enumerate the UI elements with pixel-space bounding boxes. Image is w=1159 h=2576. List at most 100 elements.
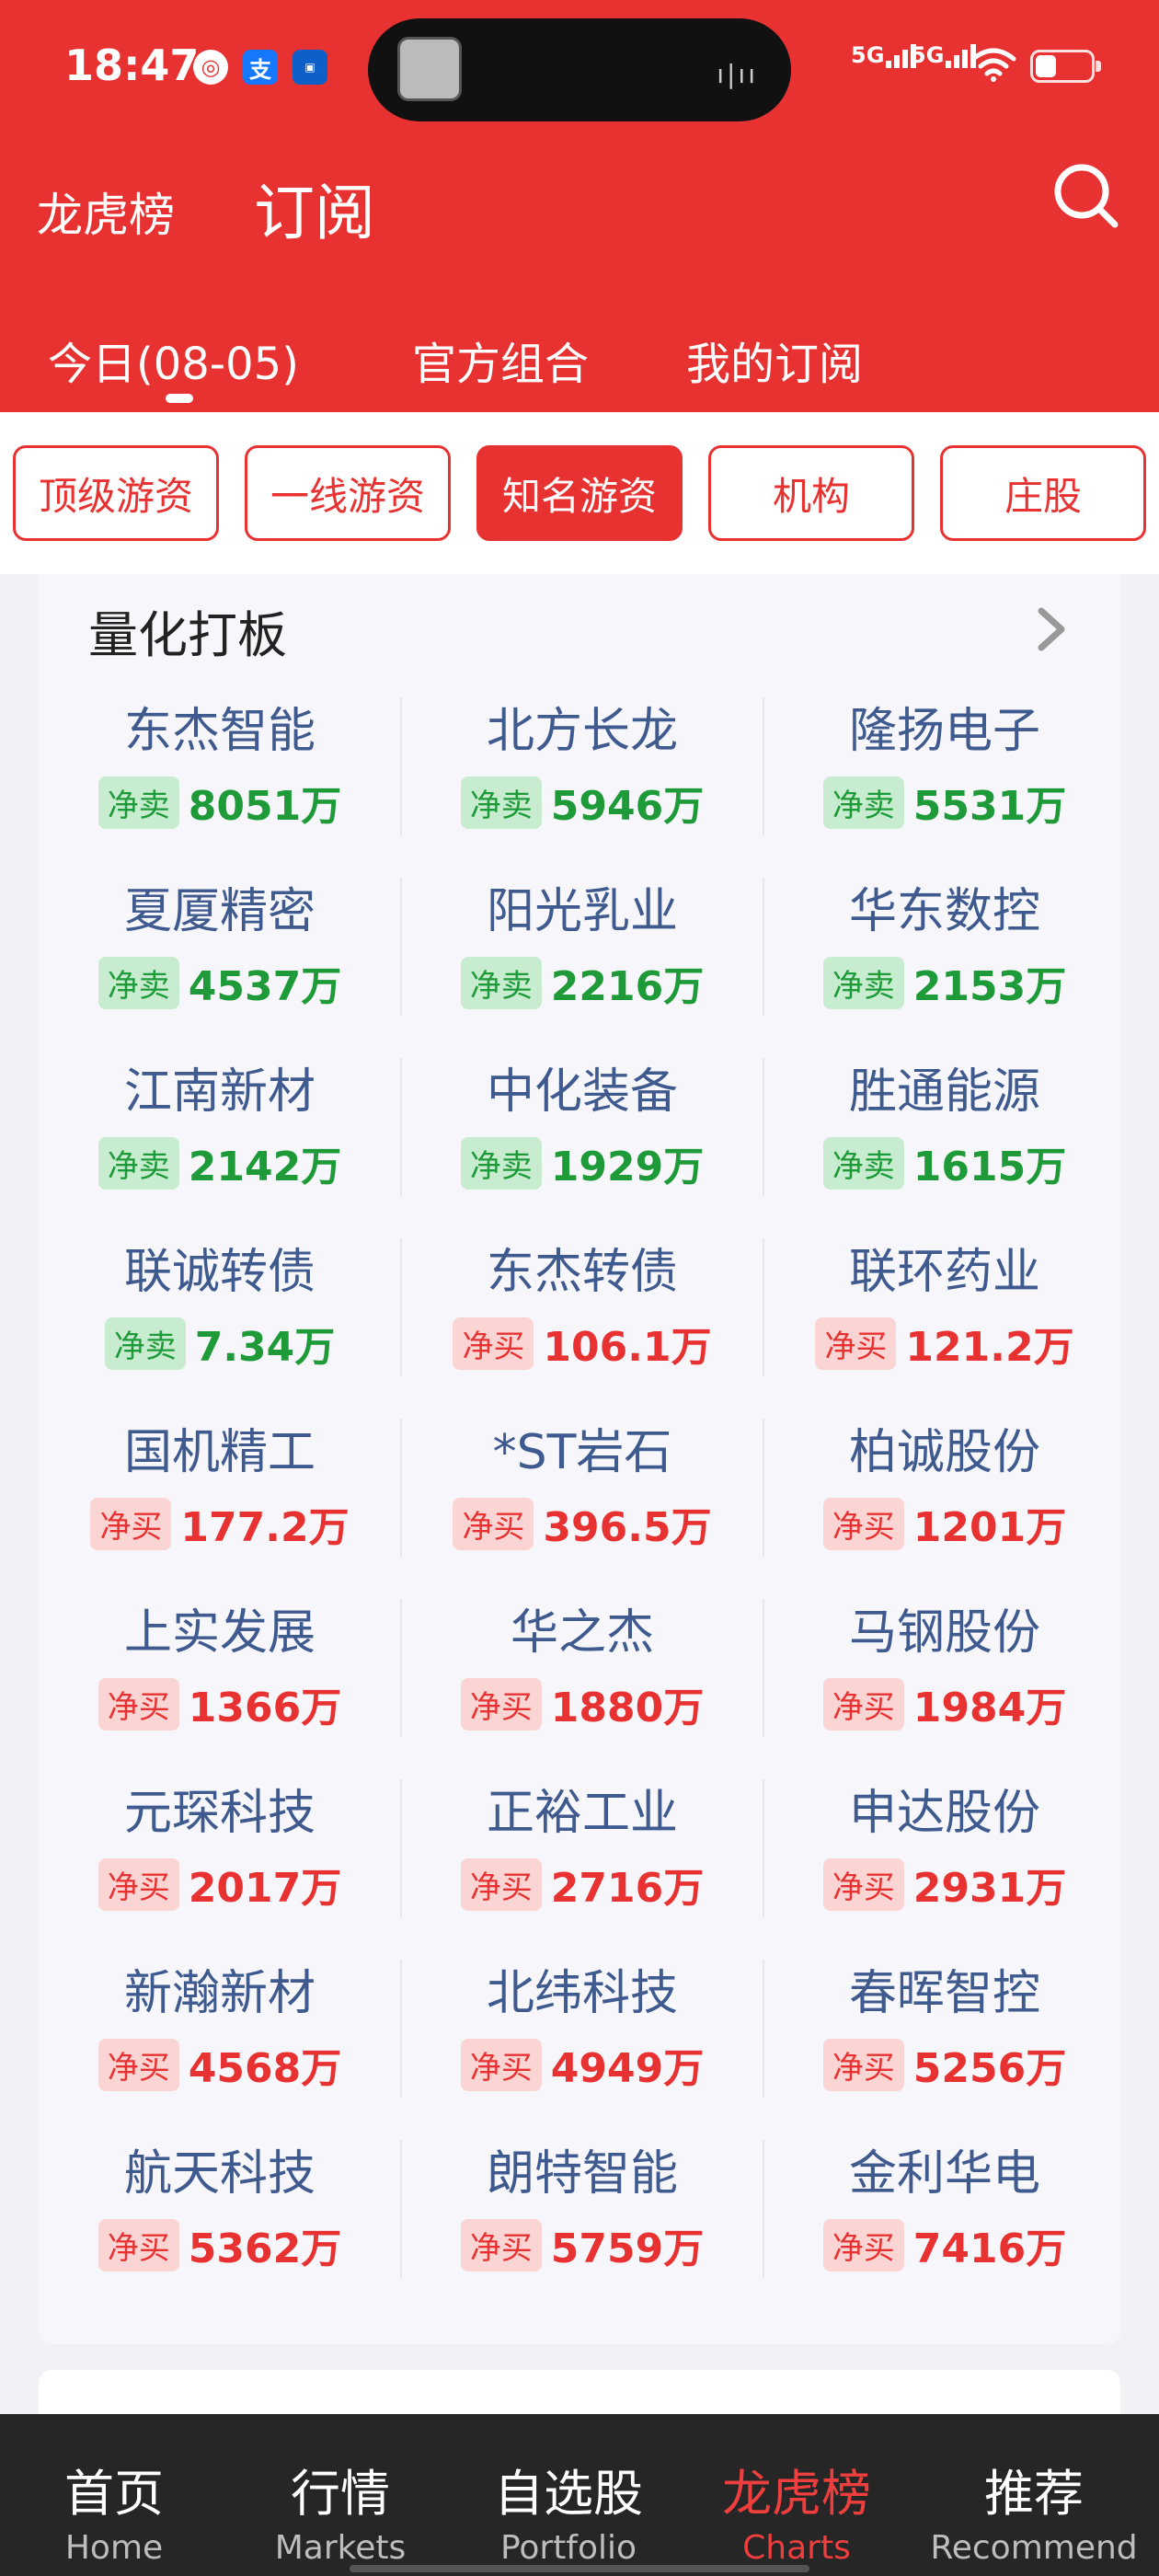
stock-item[interactable]: 东杰转债 净买 106.1万 [401,1225,763,1406]
stock-item[interactable]: 阳光乳业 净卖 2216万 [401,865,763,1045]
dynamic-island[interactable]: ı|ıı [368,18,791,121]
stock-item[interactable]: 胜通能源 净卖 1615万 [763,1045,1126,1225]
net-amount: 净买 1201万 [763,1494,1126,1553]
net-sell-badge: 净卖 [104,1317,186,1370]
net-sell-badge: 净卖 [98,956,179,1009]
stock-item[interactable]: 中化装备 净卖 1929万 [401,1045,763,1225]
stock-item[interactable]: 上实发展 净买 1366万 [39,1586,401,1766]
net-buy-badge: 净买 [453,1497,534,1550]
section-title[interactable]: 量化打板 [88,594,287,667]
net-sell-badge: 净卖 [460,956,542,1009]
tab-my-subscriptions[interactable]: 我的订阅 [686,328,863,392]
stock-item[interactable]: 航天科技 净买 5362万 [39,2127,401,2307]
nav-portfolio[interactable]: 自选股 Portfolio [458,2453,679,2567]
chevron-right-icon[interactable] [1032,602,1073,657]
stock-item[interactable]: 正裕工业 净买 2716万 [401,1766,763,1947]
stock-item[interactable]: 江南新材 净卖 2142万 [39,1045,401,1225]
column-divider [400,1238,402,1376]
amount-value: 2216万 [550,963,705,1010]
filter-bar: 顶级游资 一线游资 知名游资 机构 庄股 [0,412,1159,574]
stock-item[interactable]: *ST岩石 净买 396.5万 [401,1406,763,1586]
stock-item[interactable]: 元琛科技 净买 2017万 [39,1766,401,1947]
amount-value: 2142万 [188,1144,342,1190]
netease-icon: ◎ [193,50,228,85]
stock-item[interactable]: 华东数控 净卖 2153万 [763,865,1126,1045]
amount-value: 1201万 [912,1504,1067,1551]
amount-value: 2153万 [912,963,1067,1010]
net-buy-badge: 净买 [822,2038,904,2091]
net-amount: 净买 5759万 [401,2215,763,2274]
app-header: 18:47 ◎ 支 ▣ ı|ıı 5G 5G 龙虎榜 订阅 今日(08-05) … [0,0,1159,412]
filter-top-traders[interactable]: 顶级游资 [13,445,219,541]
nav-charts[interactable]: 龙虎榜 Charts [686,2453,907,2567]
filter-institutions[interactable]: 机构 [708,445,914,541]
nav-markets[interactable]: 行情 Markets [230,2453,451,2567]
net-amount: 净卖 5946万 [401,773,763,832]
net-amount: 净买 5362万 [39,2215,401,2274]
stock-item[interactable]: 隆扬电子 净卖 5531万 [763,684,1126,865]
stock-item[interactable]: 东杰智能 净卖 8051万 [39,684,401,865]
tab-official-portfolio[interactable]: 官方组合 [412,328,589,392]
net-buy-badge: 净买 [822,1677,904,1731]
stock-item[interactable]: 联诚转债净卖 7.34万 [39,1225,401,1406]
bottom-nav: 首页 Home 行情 Markets 自选股 Portfolio 龙虎榜 Charts … [0,2414,1159,2576]
stock-item[interactable]: 新瀚新材 净买 4568万 [39,1947,401,2127]
net-amount: 净买 4568万 [39,2035,401,2094]
amount-value: 5362万 [188,2225,342,2272]
stock-item[interactable]: 华之杰 净买 1880万 [401,1586,763,1766]
nav-recommend[interactable]: 推荐 Recommend [924,2453,1144,2567]
column-divider [763,2140,764,2278]
stock-item[interactable]: 国机精工 净买 177.2万 [39,1406,401,1586]
column-divider [763,1419,764,1557]
media-thumbnail [397,37,462,101]
amount-value: 5759万 [550,2225,705,2272]
stock-item[interactable]: 北纬科技 净买 4949万 [401,1947,763,2127]
stock-item[interactable]: 夏厦精密 净卖 4537万 [39,865,401,1045]
column-divider [400,1960,402,2098]
search-icon[interactable] [1049,158,1122,232]
stock-name: 金利华电 [848,2146,1040,2202]
cellular-signal-icon: 5G [851,42,919,68]
amount-value: 2017万 [188,1865,342,1912]
tab-today[interactable]: 今日(08-05) [48,328,299,392]
stock-name: 元琛科技 [123,1786,316,1841]
stock-name: 联诚转债 [123,1245,316,1300]
net-amount: 净卖 4537万 [39,953,401,1012]
amount-value: 7416万 [912,2225,1067,2272]
filter-first-line-traders[interactable]: 一线游资 [245,445,451,541]
stock-item[interactable]: 申达股份 净买 2931万 [763,1766,1126,1947]
stock-name: 北方长龙 [486,704,678,759]
stock-item[interactable]: 春晖智控 净买 5256万 [763,1947,1126,2127]
amount-value: 1880万 [550,1685,705,1731]
amount-value: 5946万 [550,783,705,830]
column-divider [400,1419,402,1557]
amount-value: 4949万 [550,2045,705,2092]
net-amount: 净卖 1929万 [401,1133,763,1192]
stock-item[interactable]: 柏诚股份 净买 1201万 [763,1406,1126,1586]
net-amount: 净卖 7.34万 [39,1314,401,1373]
stock-item[interactable]: 联环药业 净买 121.2万 [763,1225,1126,1406]
net-sell-badge: 净卖 [98,776,179,829]
stock-name: 华之杰 [510,1605,654,1661]
net-amount: 净卖 8051万 [39,773,401,832]
car-app-icon: ▣ [293,50,327,85]
column-divider [763,1599,764,1737]
amount-value: 7.34万 [194,1324,336,1371]
column-divider [763,1238,764,1376]
net-amount: 净买 2931万 [763,1855,1126,1914]
nav-home[interactable]: 首页 Home [4,2453,224,2567]
stock-item[interactable]: 朗特智能 净买 5759万 [401,2127,763,2307]
net-amount: 净买 396.5万 [401,1494,763,1553]
stock-name: 马钢股份 [848,1605,1040,1661]
wifi-icon [970,48,1016,82]
column-divider [763,697,764,835]
net-buy-badge: 净买 [822,1857,904,1911]
net-buy-badge: 净买 [815,1317,897,1370]
net-amount: 净买 1366万 [39,1674,401,1733]
stock-item[interactable]: 马钢股份 净买 1984万 [763,1586,1126,1766]
stock-item[interactable]: 北方长龙净卖 5946万 [401,684,763,865]
filter-controlled-stocks[interactable]: 庄股 [940,445,1146,541]
stock-item[interactable]: 金利华电 净买 7416万 [763,2127,1126,2307]
filter-famous-traders[interactable]: 知名游资 [476,445,683,541]
column-divider [400,878,402,1016]
